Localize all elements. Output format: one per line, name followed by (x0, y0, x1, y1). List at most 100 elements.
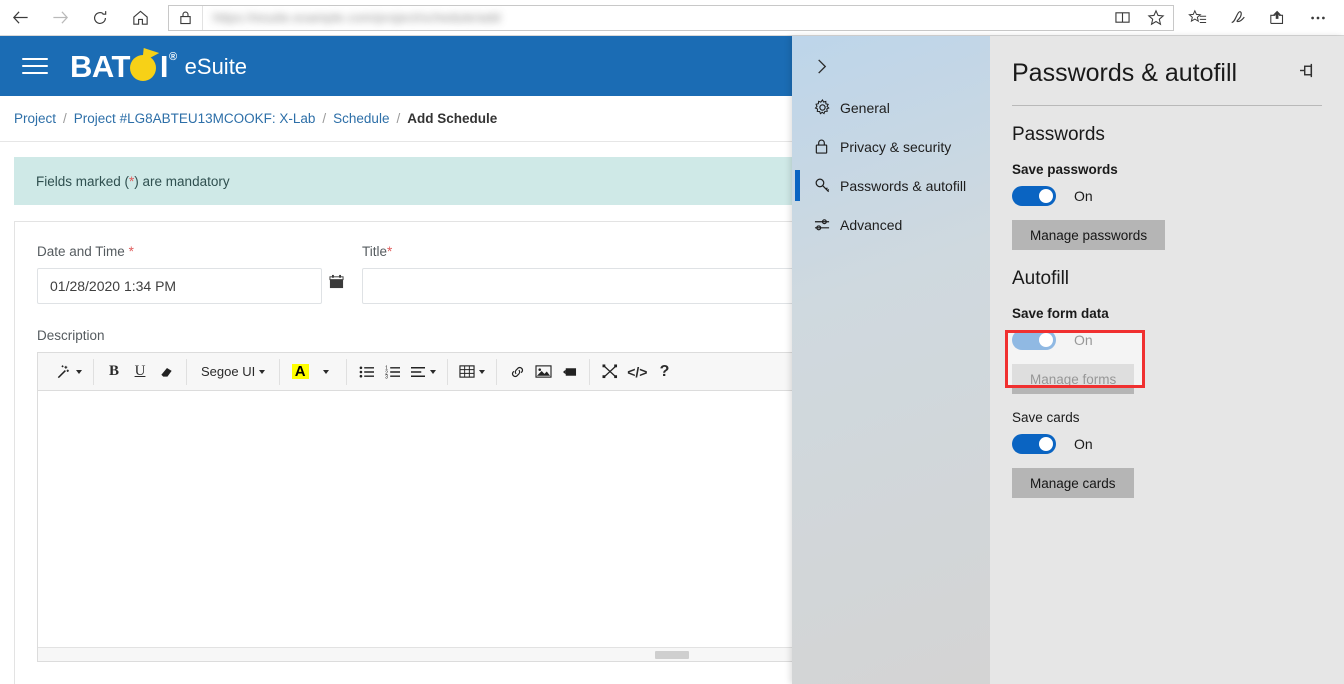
toolbar-group-table (448, 358, 498, 385)
settings-title-row: Passwords & autofill (1012, 36, 1322, 88)
toolbar-group-lists: 123 (347, 358, 449, 385)
section-heading-passwords: Passwords (1012, 124, 1105, 145)
logo-text-i: I (159, 48, 169, 84)
date-label-text: Date and Time (37, 244, 125, 259)
favorite-star-icon[interactable] (1139, 6, 1173, 30)
settings-flyout: General Privacy & security Passwords & a… (792, 36, 1344, 684)
settings-nav: General Privacy & security Passwords & a… (792, 36, 990, 684)
video-icon[interactable] (557, 359, 581, 385)
save-cards-label: Save cards (1012, 410, 1080, 425)
home-button[interactable] (120, 0, 160, 36)
sidebar-item-label: Passwords & autofill (840, 177, 967, 194)
breadcrumb-separator: / (63, 111, 67, 126)
sidebar-item-privacy-security[interactable]: Privacy & security (792, 127, 990, 166)
batoi-logo[interactable]: BAT I ® eSuite (70, 48, 248, 84)
svg-text:3: 3 (385, 374, 388, 378)
fullscreen-icon[interactable] (598, 359, 622, 385)
highlight-a-label: A (291, 364, 309, 379)
save-cards-toggle-row: On (1012, 434, 1322, 454)
calendar-icon[interactable] (329, 274, 344, 294)
logo-text-batoi: BAT (70, 48, 130, 84)
link-icon[interactable] (505, 359, 529, 385)
highlight-color-dropdown[interactable] (314, 359, 338, 385)
save-form-data-state: On (1074, 332, 1093, 348)
refresh-button[interactable] (80, 0, 120, 36)
save-passwords-label: Save passwords (1012, 162, 1118, 177)
save-form-data-toggle-row: On (1012, 330, 1322, 350)
forward-button[interactable] (40, 0, 80, 36)
resize-grip-handle[interactable] (655, 650, 689, 659)
banner-text-after: ) are mandatory (134, 173, 230, 189)
back-button[interactable] (0, 0, 40, 36)
bulleted-list-icon[interactable] (355, 359, 379, 385)
image-icon[interactable] (531, 359, 555, 385)
numbered-list-icon[interactable]: 123 (381, 359, 405, 385)
eraser-icon[interactable] (154, 359, 178, 385)
underline-button[interactable]: U (128, 359, 152, 385)
key-icon (814, 177, 840, 194)
font-family-dropdown[interactable]: Segoe UI (195, 359, 271, 385)
registered-mark: ® (169, 50, 177, 63)
logo-mark: BAT I ® (70, 48, 177, 84)
toolbar-group-font: Segoe UI (187, 358, 281, 385)
sidebar-item-general[interactable]: General (792, 88, 990, 127)
manage-forms-button[interactable]: Manage forms (1012, 364, 1135, 394)
lock-icon (169, 5, 203, 30)
web-note-pen-icon[interactable] (1218, 0, 1258, 36)
manage-cards-button[interactable]: Manage cards (1012, 468, 1134, 498)
toolbar-group-highlight: A (280, 358, 348, 385)
title-label-text: Title (362, 244, 388, 259)
breadcrumb-item-schedule[interactable]: Schedule (333, 111, 389, 126)
sidebar-item-advanced[interactable]: Advanced (792, 205, 990, 244)
settings-panel: Passwords & autofill Passwords Save pass… (990, 36, 1344, 684)
logo-globe-icon (129, 48, 160, 81)
date-input-wrap (37, 268, 344, 304)
magic-wand-icon[interactable] (52, 359, 85, 385)
toolbar-group-format: B U (94, 358, 187, 385)
save-form-data-toggle[interactable] (1012, 330, 1056, 350)
logo-suite-label: eSuite (184, 53, 248, 79)
more-options-icon[interactable] (1298, 0, 1338, 36)
section-heading-autofill: Autofill (1012, 268, 1070, 289)
reading-view-icon[interactable] (1105, 6, 1139, 30)
date-required-asterisk: * (128, 244, 134, 259)
date-and-time-input[interactable] (37, 268, 322, 304)
breadcrumb-item-project[interactable]: Project (14, 111, 56, 126)
breadcrumb-separator: / (396, 111, 401, 126)
breadcrumb-item-project-detail[interactable]: Project #LG8ABTEU13MCOOKF: X-Lab (74, 111, 316, 126)
table-icon[interactable] (456, 359, 488, 385)
sidebar-item-label: General (840, 99, 890, 116)
hamburger-menu-icon[interactable] (18, 49, 52, 83)
sidebar-item-label: Privacy & security (840, 138, 952, 155)
breadcrumb-separator: / (322, 111, 327, 126)
save-passwords-state: On (1074, 188, 1093, 204)
text-highlight-button[interactable]: A (288, 359, 312, 385)
manage-passwords-button[interactable]: Manage passwords (1012, 220, 1166, 250)
bold-button[interactable]: B (102, 359, 126, 385)
browser-actions (1178, 0, 1344, 36)
save-passwords-toggle-row: On (1012, 186, 1322, 206)
save-cards-toggle[interactable] (1012, 434, 1056, 454)
date-and-time-field: Date and Time * (37, 244, 344, 304)
save-form-data-label: Save form data (1012, 306, 1109, 321)
code-view-button[interactable]: </> (624, 359, 650, 385)
save-cards-state: On (1074, 436, 1093, 452)
toolbar-group-insert (497, 358, 591, 385)
title-divider (1012, 105, 1322, 106)
settings-back-button[interactable] (792, 44, 990, 88)
browser-toolbar: https://esuite.example.com/project/sched… (0, 0, 1344, 36)
font-family-label: Segoe UI (201, 364, 256, 379)
address-bar-text[interactable]: https://esuite.example.com/project/sched… (203, 10, 1105, 25)
breadcrumb-item-current: Add Schedule (407, 111, 498, 126)
pin-icon[interactable] (1295, 58, 1322, 88)
help-button[interactable]: ? (652, 359, 676, 385)
gear-icon (814, 99, 840, 116)
address-bar[interactable]: https://esuite.example.com/project/sched… (168, 4, 1174, 31)
toolbar-group-tools: </> ? (590, 359, 684, 385)
sidebar-item-passwords-autofill[interactable]: Passwords & autofill (792, 166, 990, 205)
align-dropdown[interactable] (407, 359, 439, 385)
save-passwords-toggle[interactable] (1012, 186, 1056, 206)
hub-favorites-icon[interactable] (1178, 0, 1218, 36)
sidebar-item-label: Advanced (840, 216, 903, 233)
share-icon[interactable] (1258, 0, 1298, 36)
